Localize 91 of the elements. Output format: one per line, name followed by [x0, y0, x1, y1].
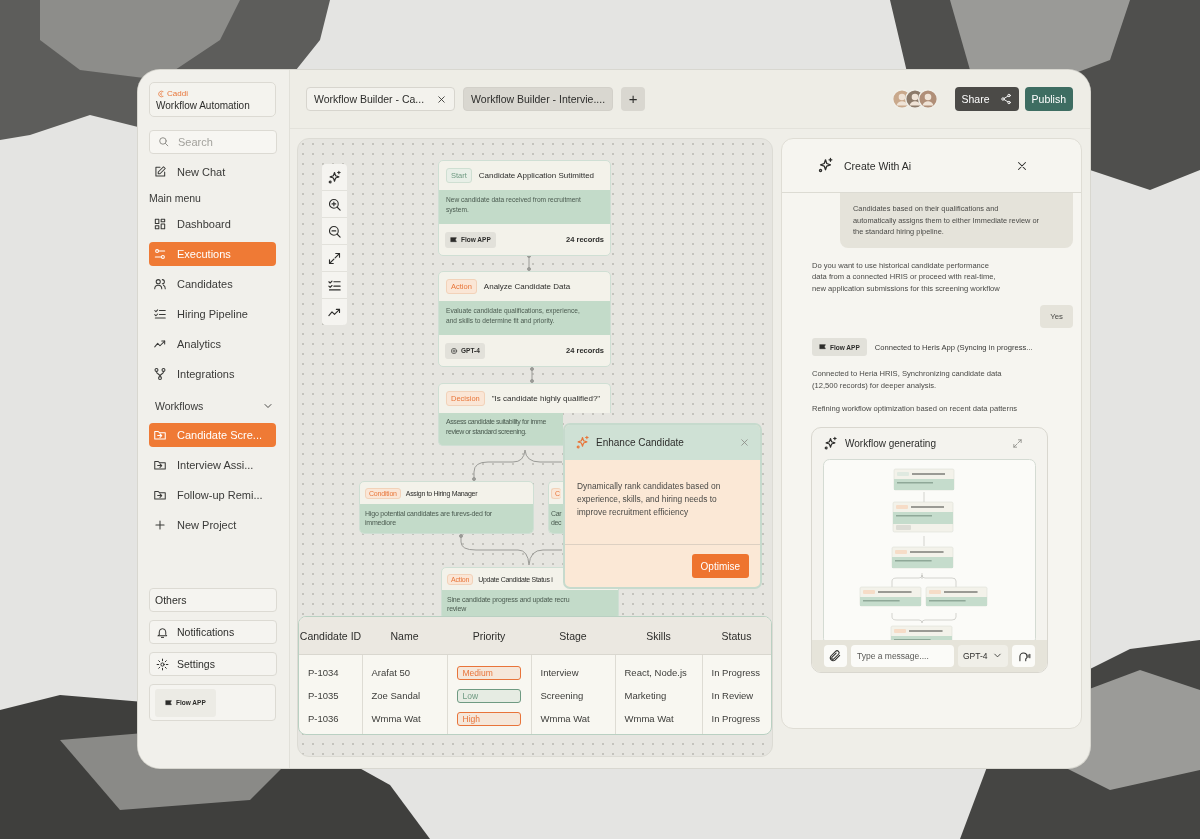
zoom-in-icon[interactable]	[327, 196, 342, 212]
chip-icon	[450, 346, 458, 355]
sparkle-icon	[817, 157, 834, 174]
table-cell: Screening	[540, 690, 584, 701]
table-cell: Marketing	[624, 690, 667, 701]
new-tab-button[interactable]: +	[621, 87, 646, 111]
nav-item[interactable]: Follow-up Remi...	[149, 483, 276, 507]
nav-item[interactable]: Candidates	[149, 272, 276, 296]
table-cell: P-1035	[308, 690, 339, 701]
table-cell: Arafat 50	[371, 667, 411, 678]
section-title: Workflows	[155, 400, 204, 412]
table-cell: P-1034	[308, 667, 339, 678]
nav-item[interactable]: New Project	[149, 513, 276, 537]
column-header: Priority	[447, 617, 531, 655]
nav-item[interactable]: New Chat	[149, 160, 276, 184]
node-title: "Is candidate highly qualified?"	[491, 394, 601, 403]
tab[interactable]: Workflow Builder - Ca...	[306, 87, 456, 111]
workspace-card[interactable]: Caddi Workflow Automation	[149, 82, 276, 117]
attach-button[interactable]	[824, 644, 847, 667]
section-toggle[interactable]: Workflows	[149, 395, 276, 417]
section-title: Main menu	[149, 192, 201, 204]
column-header: Skills	[615, 617, 702, 655]
nav-item[interactable]: Interview Assi...	[149, 453, 276, 477]
priority-tag: Medium	[456, 665, 521, 680]
menu-item[interactable]: Notifications	[149, 620, 277, 644]
settings-icon	[156, 657, 169, 671]
folder-icon	[153, 458, 167, 472]
logo-icon	[156, 88, 166, 99]
table-cell: Zoe Sandal	[371, 690, 421, 701]
connector-line	[530, 367, 534, 383]
folder-icon	[153, 488, 167, 502]
publish-button[interactable]: Publish	[1024, 87, 1073, 111]
message-field[interactable]: Type a message....	[850, 644, 954, 667]
flag-icon	[450, 235, 458, 244]
column-header: Name	[362, 617, 447, 655]
priority-tag: Low	[456, 688, 521, 703]
table-cell: React, Node.js	[624, 667, 687, 678]
expand-icon[interactable]	[327, 250, 342, 266]
sparkle-icon	[823, 435, 838, 451]
popup-text: Dynamically rank candidates based on experience, skills, and hiring needs to improve recruitment efficiency	[576, 480, 722, 519]
users-icon	[153, 277, 167, 291]
connector-line	[527, 254, 531, 271]
nav-item[interactable]: Integrations	[149, 362, 276, 386]
column-header: Status	[702, 617, 771, 655]
popup-title: Enhance Candidate	[596, 437, 685, 448]
nav-item[interactable]: Analytics	[149, 332, 276, 356]
model-dropdown[interactable]: GPT-4	[957, 644, 1009, 667]
nav-item[interactable]: Hiring Pipeline	[149, 302, 276, 326]
table-cell: Interview	[540, 667, 579, 678]
table-cell: In Progress	[711, 667, 761, 678]
table-cell: P-1036	[308, 713, 339, 724]
share-icon	[999, 93, 1012, 105]
tab[interactable]: Workflow Builder - Intervie....	[463, 87, 614, 111]
grid-icon	[153, 217, 167, 231]
checklist-icon	[153, 307, 167, 321]
pencil-icon	[153, 165, 167, 179]
flag-icon	[165, 698, 173, 707]
plus-icon	[153, 518, 167, 532]
priority-tag: High	[456, 711, 521, 726]
paperclip-icon	[828, 648, 843, 663]
bell-icon	[156, 625, 169, 639]
avatar[interactable]	[917, 89, 938, 109]
table-cell: In Review	[711, 690, 754, 701]
section-title: Others	[149, 588, 277, 612]
panel-title: Create With Ai	[844, 159, 913, 172]
search-field[interactable]: Search	[149, 130, 277, 154]
node-title: Analyze Candidate Data	[483, 282, 571, 291]
nav-item[interactable]: Dashboard	[149, 212, 276, 236]
table-cell: In Progress	[711, 713, 761, 724]
column-header: Candidate ID	[299, 617, 362, 655]
node-title: Candidate Application Sutimitted	[478, 171, 595, 180]
share-button[interactable]: Share	[954, 87, 1019, 111]
trend-icon	[153, 337, 167, 351]
search-icon	[157, 135, 170, 148]
card-title: Workflow generating	[845, 437, 937, 449]
flag-icon	[819, 343, 827, 351]
table-cell: Wmma Wat	[371, 713, 421, 724]
nodes-icon	[153, 367, 167, 381]
sliders-icon	[153, 247, 167, 261]
table-cell: Wmma Wat	[540, 713, 590, 724]
menu-item[interactable]: Settings	[149, 652, 277, 676]
column-header: Stage	[531, 617, 615, 655]
voice-button[interactable]	[1012, 644, 1035, 667]
folder-icon	[153, 428, 167, 442]
sparkle-icon	[575, 435, 590, 450]
table-cell: Wmma Wat	[624, 713, 674, 724]
zoom-out-icon[interactable]	[327, 223, 342, 239]
brand-name: Caddi	[167, 89, 188, 98]
workspace-name: Workflow Automation	[156, 99, 251, 111]
sparkle-icon[interactable]	[327, 169, 342, 185]
close-icon[interactable]	[436, 93, 448, 105]
